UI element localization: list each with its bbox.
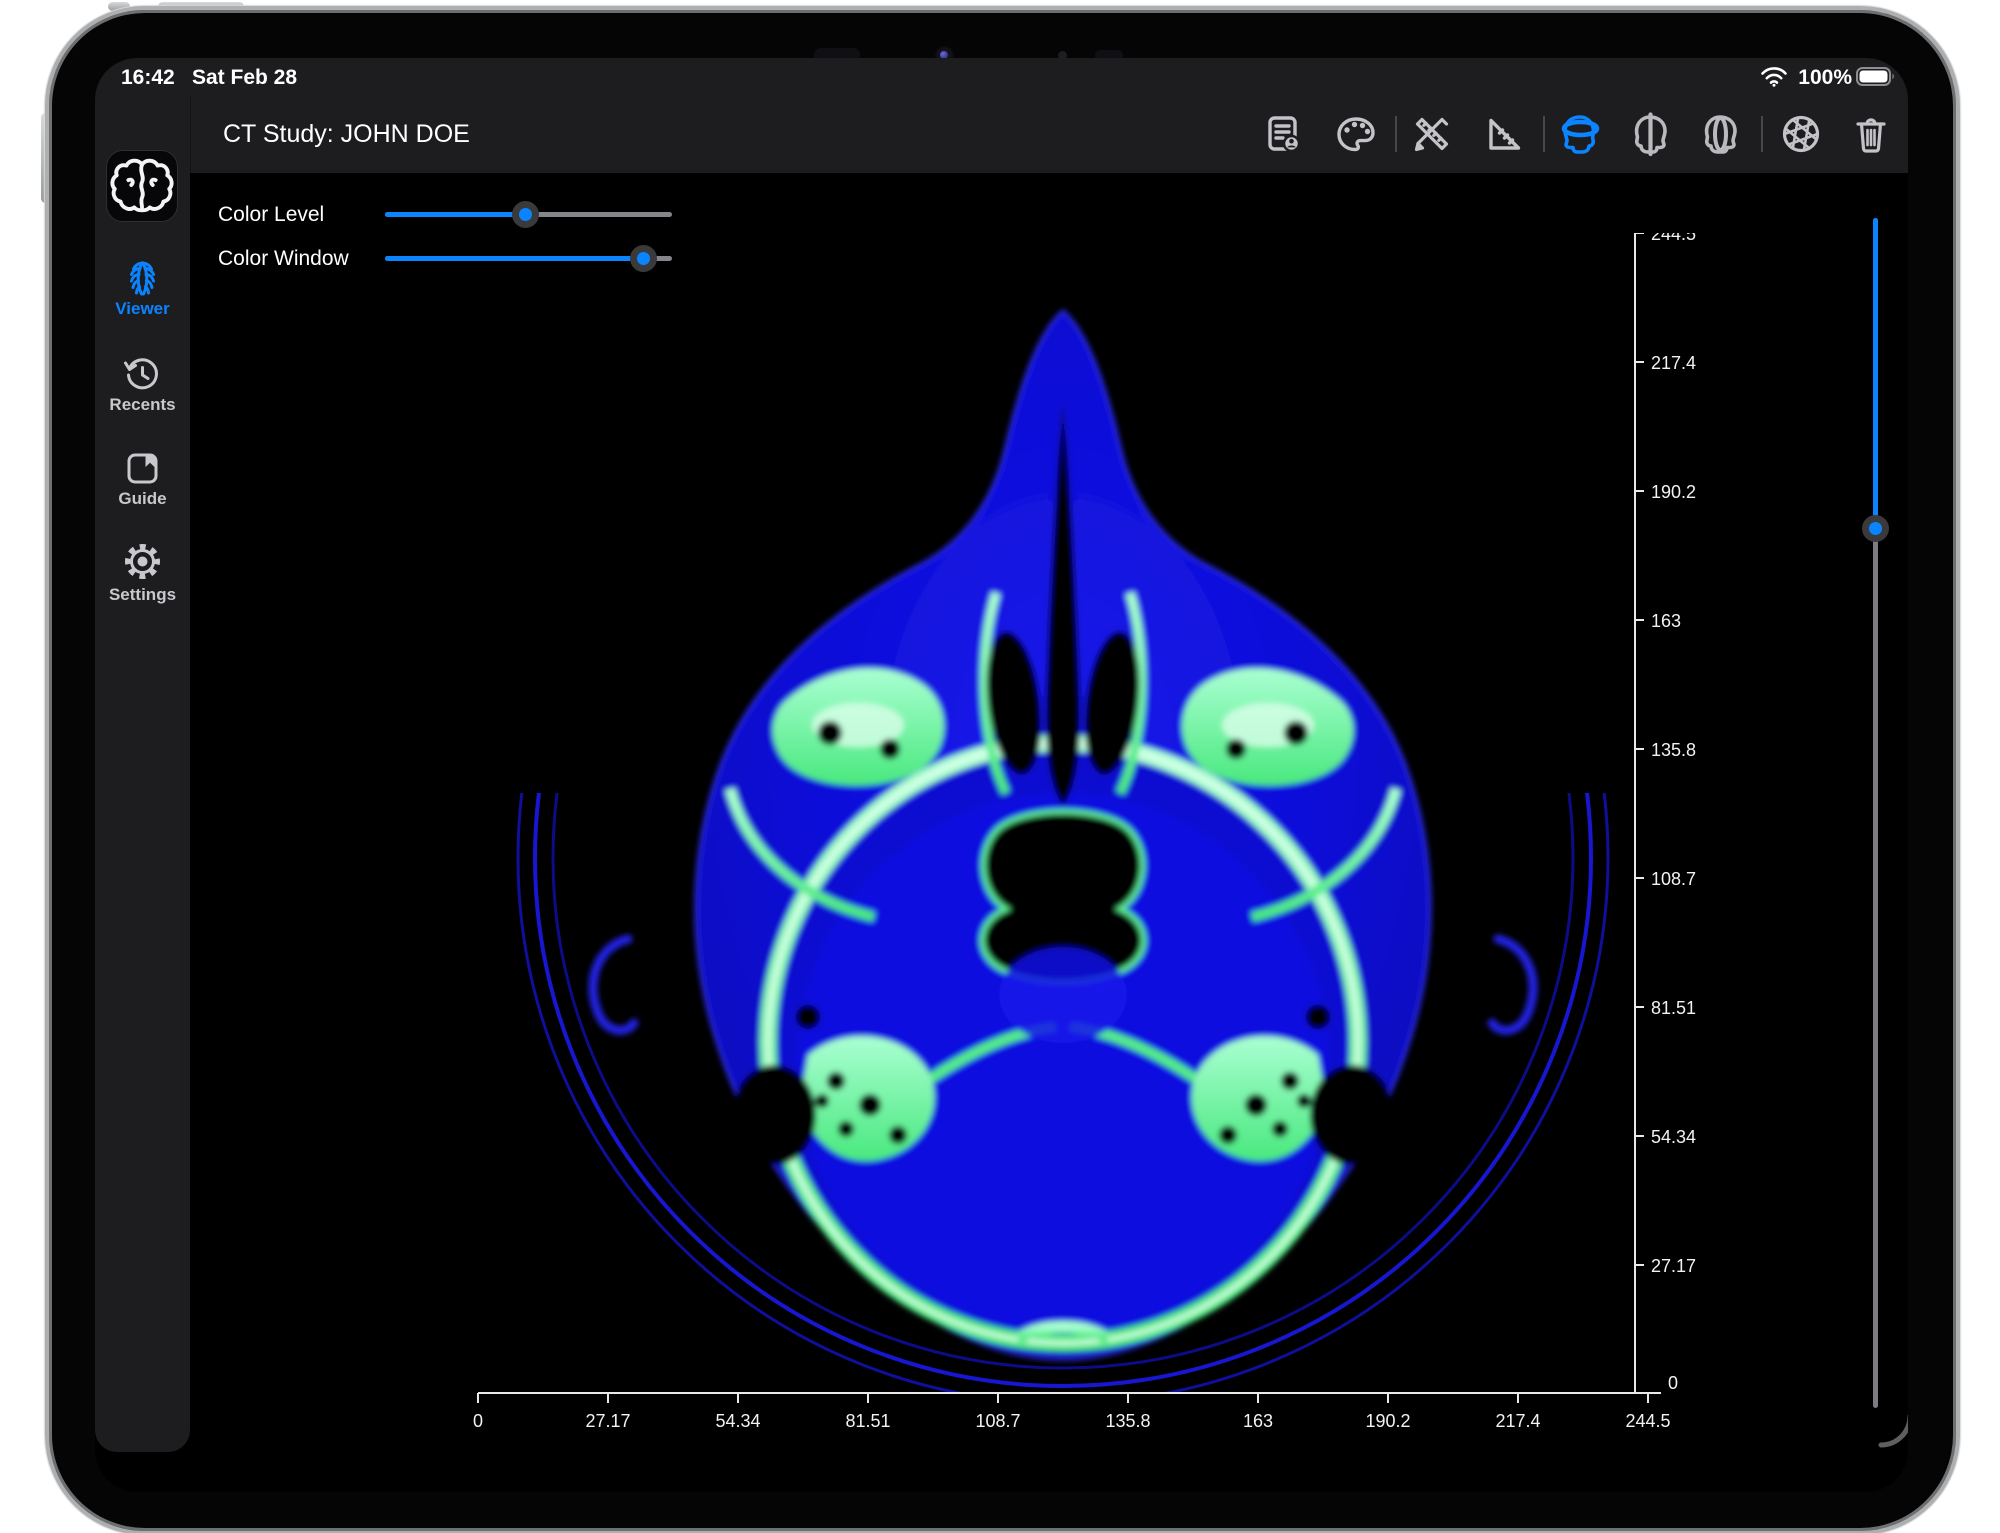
battery-icon xyxy=(1856,67,1896,87)
svg-text:190.2: 190.2 xyxy=(1651,482,1696,502)
viewer-axes: 244.5 217.4 190.2 163 135.8 108.7 81.51 … xyxy=(448,233,1708,1438)
study-title: CT Study: JOHN DOE xyxy=(223,95,470,173)
patient-report-icon[interactable] xyxy=(1260,111,1306,157)
sidebar-item-guide[interactable]: Guide xyxy=(95,489,190,509)
vertical-axis-labels: 244.5 217.4 190.2 163 135.8 108.7 81.51 … xyxy=(1651,233,1696,1393)
svg-text:244.5: 244.5 xyxy=(1651,233,1696,244)
screen: 16:42 Sat Feb 28 100% xyxy=(95,58,1908,1492)
clock-date: Sat Feb 28 xyxy=(192,58,297,97)
svg-text:163: 163 xyxy=(1651,611,1681,631)
color-level-thumb[interactable] xyxy=(512,201,539,228)
toolbar-divider xyxy=(1543,116,1545,152)
status-bar: 16:42 Sat Feb 28 100% xyxy=(95,58,1908,95)
svg-text:81.51: 81.51 xyxy=(845,1411,890,1431)
guide-icon[interactable] xyxy=(122,448,163,489)
svg-text:108.7: 108.7 xyxy=(1651,869,1696,889)
capture-aperture-icon[interactable] xyxy=(1778,111,1824,157)
battery-percent: 100% xyxy=(1798,58,1852,97)
orientation-axial-icon[interactable] xyxy=(1557,111,1603,157)
svg-text:217.4: 217.4 xyxy=(1495,1411,1540,1431)
svg-text:190.2: 190.2 xyxy=(1365,1411,1410,1431)
brain-app-icon[interactable] xyxy=(106,150,178,222)
delete-trash-icon[interactable] xyxy=(1848,111,1894,157)
color-level-label: Color Level xyxy=(218,202,324,228)
viewer-icon[interactable] xyxy=(122,256,163,297)
sidebar: Viewer Recents Guide xyxy=(95,95,190,1452)
toolbar-divider xyxy=(1395,116,1397,152)
slice-slider-thumb[interactable] xyxy=(1862,515,1889,542)
svg-text:54.34: 54.34 xyxy=(715,1411,760,1431)
horizontal-axis-labels: 0 27.17 54.34 81.51 108.7 135.8 163 190.… xyxy=(473,1411,1671,1431)
svg-text:244.5: 244.5 xyxy=(1625,1411,1670,1431)
svg-text:0: 0 xyxy=(473,1411,483,1431)
color-window-label: Color Window xyxy=(218,246,349,272)
color-palette-icon[interactable] xyxy=(1333,111,1379,157)
svg-text:135.8: 135.8 xyxy=(1651,740,1696,760)
settings-icon[interactable] xyxy=(122,541,163,582)
svg-text:108.7: 108.7 xyxy=(975,1411,1020,1431)
measure-set-square-icon[interactable] xyxy=(1481,111,1527,157)
color-level-fill xyxy=(385,212,525,217)
annotate-tools-icon[interactable] xyxy=(1409,111,1455,157)
recents-icon[interactable] xyxy=(122,354,163,395)
orientation-coronal-icon[interactable] xyxy=(1697,111,1743,157)
svg-text:163: 163 xyxy=(1243,1411,1273,1431)
svg-text:27.17: 27.17 xyxy=(1651,1256,1696,1276)
clock-time: 16:42 xyxy=(121,58,175,97)
toolbar-divider xyxy=(1761,116,1763,152)
corner-swipe-indicator-icon xyxy=(1873,1408,1908,1448)
ipad-device-frame: 16:42 Sat Feb 28 100% xyxy=(45,6,1960,1533)
svg-text:217.4: 217.4 xyxy=(1651,353,1696,373)
svg-text:0: 0 xyxy=(1668,1373,1678,1393)
sidebar-item-settings[interactable]: Settings xyxy=(95,585,190,605)
svg-text:27.17: 27.17 xyxy=(585,1411,630,1431)
slice-slider-fill xyxy=(1873,218,1878,528)
svg-text:135.8: 135.8 xyxy=(1105,1411,1150,1431)
sidebar-item-recents[interactable]: Recents xyxy=(95,395,190,415)
svg-text:81.51: 81.51 xyxy=(1651,998,1696,1018)
toolbar: CT Study: JOHN DOE xyxy=(190,95,1908,173)
wifi-icon xyxy=(1760,66,1788,93)
sidebar-item-viewer[interactable]: Viewer xyxy=(95,299,190,319)
orientation-sagittal-icon[interactable] xyxy=(1627,111,1673,157)
page: 16:42 Sat Feb 28 100% xyxy=(0,0,2000,1533)
svg-text:54.34: 54.34 xyxy=(1651,1127,1696,1147)
